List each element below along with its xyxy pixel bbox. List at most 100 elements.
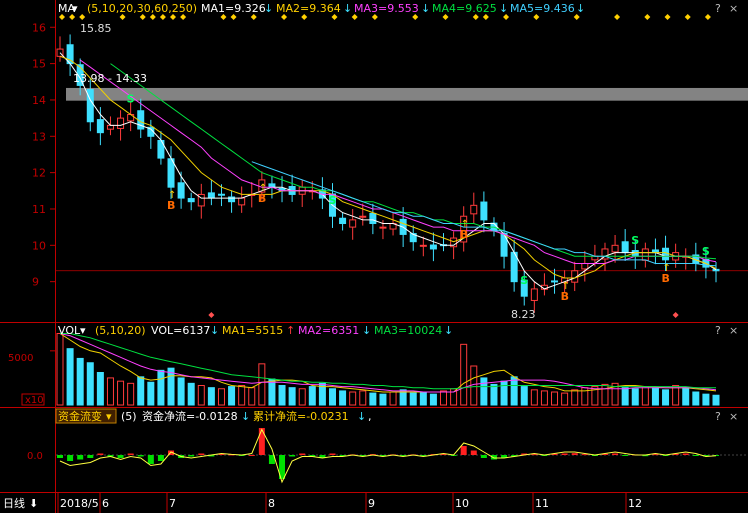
candle-body — [641, 248, 649, 261]
vol-unit: x10 — [25, 395, 44, 406]
sell-signal: S — [702, 245, 710, 258]
stock-chart[interactable]: S↑B↑B S↑BS ↑BS↑BS 161514131211109 15.85 8.… — [0, 0, 748, 513]
flow-bar — [97, 453, 104, 455]
date-tick-label: 7 — [169, 497, 176, 510]
volume-bar — [389, 391, 397, 406]
volume-bar — [308, 386, 316, 406]
flow-bar — [299, 453, 306, 455]
volume-bar — [106, 377, 114, 406]
ma1-value: MA1=9.326 — [201, 2, 266, 15]
main-header: MA ▾ (5,10,20,30,60,250) MA1=9.326 ↓ MA2… — [58, 2, 585, 15]
flow-bar — [87, 455, 94, 458]
help-icon[interactable]: ? — [715, 2, 721, 15]
period-selector[interactable]: 日线 — [3, 496, 25, 510]
volume-bar — [349, 391, 357, 406]
volume-bar — [238, 385, 246, 406]
volume-bar — [480, 377, 488, 406]
flow-bar — [147, 455, 154, 464]
price-tick-label: 11 — [32, 203, 46, 216]
volume-bar — [369, 392, 377, 406]
candle-body — [167, 158, 175, 188]
flow-bar — [198, 453, 205, 455]
volume-bar — [56, 333, 64, 406]
vol-help-icon[interactable]: ? — [715, 324, 721, 337]
candle-body — [530, 288, 538, 301]
vol-dropdown-icon[interactable]: ▾ — [80, 324, 86, 337]
low-label: 8.23 — [511, 308, 536, 321]
vol-close-icon[interactable]: × — [729, 324, 738, 337]
buy-signal: B — [258, 192, 266, 205]
candle-body — [359, 215, 367, 218]
volume-bar — [409, 392, 417, 406]
volume-bar — [137, 376, 145, 406]
price-tick-label: 9 — [32, 276, 39, 289]
vol-arrow-icon: ↓ — [210, 324, 219, 337]
close-icon[interactable]: × — [729, 2, 738, 15]
volume-bar — [672, 385, 680, 406]
vol-ma3-arrow-icon: ↓ — [444, 324, 453, 337]
date-tick-label: 10 — [455, 497, 469, 510]
date-tick-label: 11 — [535, 497, 549, 510]
vol-params: (5,10,20) — [95, 324, 146, 337]
volume-bar — [197, 385, 205, 406]
sell-signal: S — [631, 234, 639, 247]
flow-bar — [248, 455, 255, 456]
flow-bar — [682, 453, 689, 455]
net-flow-arrow-icon: ↓ — [241, 410, 250, 423]
candle-body — [470, 204, 478, 215]
candle-body — [500, 232, 508, 257]
flow-close-icon[interactable]: × — [729, 410, 738, 423]
date-tick-label: 9 — [368, 497, 375, 510]
candle-body — [621, 241, 629, 254]
price-tick-label: 15 — [32, 58, 46, 71]
flow-bar — [571, 453, 578, 455]
sell-signal: S — [520, 274, 528, 287]
date-tick-label: 6 — [102, 497, 109, 510]
vol-indicator-label[interactable]: VOL — [58, 324, 81, 337]
volume-bar — [460, 343, 468, 406]
ma4-value: MA4=9.625 — [432, 2, 497, 15]
ma-dropdown-icon[interactable]: ▾ — [72, 2, 78, 15]
flow-dropdown-label[interactable]: 资金流变 — [58, 409, 102, 423]
period-down-icon[interactable]: ⬇ — [29, 497, 38, 510]
volume-bar — [510, 376, 518, 406]
flow-bar — [612, 453, 619, 455]
volume-bar — [440, 390, 448, 406]
flow-ytick: 0.0 — [27, 451, 43, 462]
ma-params: (5,10,20,30,60,250) — [87, 2, 197, 15]
volume-bar — [490, 383, 498, 406]
volume-header: VOL ▾ (5,10,20) VOL=6137 ↓ MA1=5515 ↑ MA… — [58, 324, 453, 337]
sell-signal: S — [127, 92, 135, 105]
volume-bar — [339, 390, 347, 406]
price-band — [66, 87, 748, 101]
candle-body — [551, 280, 559, 283]
candle-body — [480, 201, 488, 221]
flow-bar — [622, 455, 629, 456]
band-label: 13.98 - 14.33 — [73, 72, 147, 85]
flow-help-icon[interactable]: ? — [715, 410, 721, 423]
svg-text:,: , — [368, 410, 372, 423]
flow-bar — [117, 455, 124, 458]
volume-bar — [217, 388, 225, 406]
price-tick-label: 14 — [32, 94, 46, 107]
flow-dropdown-icon[interactable]: ▾ — [106, 410, 112, 423]
flow-param: (5) — [121, 410, 137, 423]
candle-body — [591, 255, 599, 261]
flow-bar — [157, 455, 164, 461]
price-tick-label: 10 — [32, 239, 46, 252]
volume-bar — [500, 380, 508, 406]
volume-bar — [66, 348, 74, 406]
volume-bar — [551, 391, 559, 406]
date-tick-label: 2018/5 — [60, 497, 99, 510]
cum-flow-value: 累计净流=-0.0231 — [253, 409, 349, 423]
flow-header: 资金流变 ▾ (5) 资金净流=-0.0128 ↓ 累计净流=-0.0231 ↓… — [55, 408, 372, 424]
volume-bar — [662, 389, 670, 406]
flow-bar — [188, 455, 195, 457]
volume-bar — [631, 388, 639, 406]
volume-bar — [651, 387, 659, 406]
volume-bar — [258, 363, 266, 406]
volume-bar — [561, 392, 569, 406]
volume-bar — [359, 390, 367, 406]
volume-bar — [429, 393, 437, 406]
volume-bar — [76, 357, 84, 406]
